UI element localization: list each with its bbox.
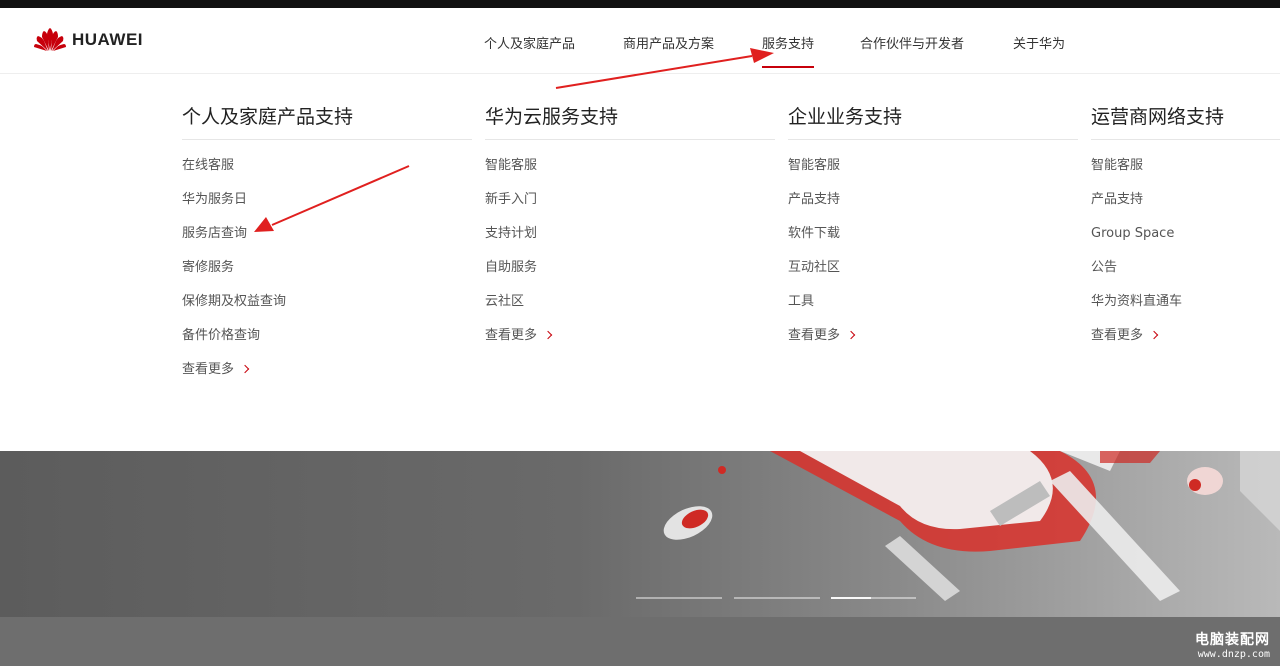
menu-link-parts-price[interactable]: 备件价格查询	[182, 326, 472, 360]
column-title: 个人及家庭产品支持	[182, 102, 472, 140]
browser-top-strip	[0, 0, 1280, 8]
watermark-title: 电脑装配网	[1195, 632, 1270, 648]
menu-column-cloud-support: 华为云服务支持 智能客服 新手入门 支持计划 自助服务 云社区 查看更多	[485, 102, 775, 360]
chevron-right-icon	[543, 330, 553, 340]
menu-link-smart-service[interactable]: 智能客服	[485, 156, 775, 190]
menu-link-store-lookup[interactable]: 服务店查询	[182, 224, 472, 258]
menu-link-getting-started[interactable]: 新手入门	[485, 190, 775, 224]
hero-decorative-shapes	[663, 451, 1280, 601]
menu-link-smart-service[interactable]: 智能客服	[1091, 156, 1280, 190]
menu-link-service-day[interactable]: 华为服务日	[182, 190, 472, 224]
menu-link-product-support[interactable]: 产品支持	[788, 190, 1078, 224]
view-more-link[interactable]: 查看更多	[485, 326, 775, 360]
carousel-dot[interactable]	[636, 597, 722, 599]
column-link-list: 智能客服 新手入门 支持计划 自助服务 云社区 查看更多	[485, 156, 775, 360]
nav-item-service-support[interactable]: 服务支持	[762, 33, 815, 68]
view-more-label: 查看更多	[1091, 328, 1144, 343]
menu-column-enterprise-support: 企业业务支持 智能客服 产品支持 软件下载 互动社区 工具 查看更多	[788, 102, 1078, 360]
menu-link-self-service[interactable]: 自助服务	[485, 258, 775, 292]
view-more-label: 查看更多	[182, 362, 235, 377]
menu-link-announcements[interactable]: 公告	[1091, 258, 1280, 292]
view-more-link[interactable]: 查看更多	[788, 326, 1078, 360]
menu-link-mail-in-repair[interactable]: 寄修服务	[182, 258, 472, 292]
view-more-label: 查看更多	[485, 328, 538, 343]
menu-link-software-download[interactable]: 软件下载	[788, 224, 1078, 258]
hero-banner[interactable]	[0, 451, 1280, 617]
column-link-list: 智能客服 产品支持 软件下载 互动社区 工具 查看更多	[788, 156, 1078, 360]
column-title: 华为云服务支持	[485, 102, 775, 140]
menu-link-tools[interactable]: 工具	[788, 292, 1078, 326]
page-bottom-band	[0, 617, 1280, 666]
menu-link-document-express[interactable]: 华为资料直通车	[1091, 292, 1280, 326]
column-title: 运营商网络支持	[1091, 102, 1280, 140]
nav-item-about-huawei[interactable]: 关于华为	[1013, 33, 1065, 52]
carousel-indicators	[0, 597, 1280, 601]
site-header: HUAWEI 个人及家庭产品 商用产品及方案 服务支持 合作伙伴与开发者 关于华…	[0, 8, 1280, 74]
watermark-url: www.dnzp.com	[1197, 649, 1270, 660]
menu-column-consumer-support: 个人及家庭产品支持 在线客服 华为服务日 服务店查询 寄修服务 保修期及权益查询…	[182, 102, 472, 394]
carousel-dot[interactable]	[734, 597, 820, 599]
menu-link-smart-service[interactable]: 智能客服	[788, 156, 1078, 190]
view-more-link[interactable]: 查看更多	[1091, 326, 1280, 360]
nav-item-partners-developers[interactable]: 合作伙伴与开发者	[860, 33, 964, 52]
menu-link-cloud-community[interactable]: 云社区	[485, 292, 775, 326]
chevron-right-icon	[240, 364, 250, 374]
chevron-right-icon	[846, 330, 856, 340]
menu-link-interactive-community[interactable]: 互动社区	[788, 258, 1078, 292]
main-nav: 个人及家庭产品 商用产品及方案 服务支持 合作伙伴与开发者 关于华为	[0, 8, 1280, 74]
view-more-link[interactable]: 查看更多	[182, 360, 472, 394]
carousel-dot-active[interactable]	[831, 597, 871, 599]
menu-link-support-plan[interactable]: 支持计划	[485, 224, 775, 258]
menu-column-carrier-support: 运营商网络支持 智能客服 产品支持 Group Space 公告 华为资料直通车…	[1091, 102, 1280, 360]
menu-link-product-support[interactable]: 产品支持	[1091, 190, 1280, 224]
column-link-list: 在线客服 华为服务日 服务店查询 寄修服务 保修期及权益查询 备件价格查询 查看…	[182, 156, 472, 394]
column-title: 企业业务支持	[788, 102, 1078, 140]
watermark: 电脑装配网 www.dnzp.com	[1195, 629, 1270, 660]
nav-item-business-products[interactable]: 商用产品及方案	[623, 33, 714, 52]
menu-link-warranty-lookup[interactable]: 保修期及权益查询	[182, 292, 472, 326]
menu-link-group-space[interactable]: Group Space	[1091, 224, 1280, 258]
column-link-list: 智能客服 产品支持 Group Space 公告 华为资料直通车 查看更多	[1091, 156, 1280, 360]
nav-item-personal-products[interactable]: 个人及家庭产品	[484, 33, 575, 52]
view-more-label: 查看更多	[788, 328, 841, 343]
service-support-mega-menu: 个人及家庭产品支持 在线客服 华为服务日 服务店查询 寄修服务 保修期及权益查询…	[0, 75, 1280, 451]
menu-link-online-service[interactable]: 在线客服	[182, 156, 472, 190]
carousel-dot-progress-track	[871, 597, 916, 599]
chevron-right-icon	[1149, 330, 1159, 340]
